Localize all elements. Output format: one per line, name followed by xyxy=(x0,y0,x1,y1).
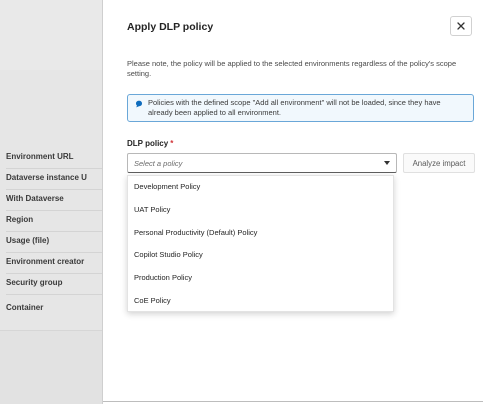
dlp-policy-label-text: DLP policy xyxy=(127,139,169,148)
policy-select-dropdown[interactable]: Select a policy xyxy=(127,153,397,173)
background-page: Environment URL Dataverse instance U Wit… xyxy=(0,0,102,404)
policy-option-copilot-studio[interactable]: Copilot Studio Policy xyxy=(128,244,393,267)
policy-option-uat[interactable]: UAT Policy xyxy=(128,199,393,222)
detail-label-dataverse-instance: Dataverse instance U xyxy=(6,169,102,190)
detail-label-security-group: Security group xyxy=(6,274,102,295)
policy-options-listbox: Development Policy UAT Policy Personal P… xyxy=(127,175,394,312)
policy-option-production[interactable]: Production Policy xyxy=(128,267,393,290)
close-icon xyxy=(457,22,465,30)
background-footer xyxy=(0,330,102,404)
info-message-text: Policies with the defined scope "Add all… xyxy=(148,98,441,117)
info-icon xyxy=(136,100,142,108)
detail-label-environment-creator: Environment creator xyxy=(6,253,102,274)
detail-label-region: Region xyxy=(6,211,102,232)
policy-select-placeholder: Select a policy xyxy=(134,159,183,168)
environment-details-list: Environment URL Dataverse instance U Wit… xyxy=(6,148,102,325)
policy-option-coe[interactable]: CoE Policy xyxy=(128,290,393,313)
apply-dlp-policy-panel: Apply DLP policy Please note, the policy… xyxy=(102,0,483,404)
policy-option-development[interactable]: Development Policy xyxy=(128,176,393,199)
policy-option-personal-productivity[interactable]: Personal Productivity (Default) Policy xyxy=(128,222,393,245)
chevron-down-icon xyxy=(384,161,390,165)
panel-bottom-divider xyxy=(103,401,483,402)
required-indicator: * xyxy=(170,139,174,148)
detail-label-with-dataverse: With Dataverse xyxy=(6,190,102,211)
panel-title: Apply DLP policy xyxy=(127,21,214,33)
detail-label-usage: Usage (file) xyxy=(6,232,102,253)
analyze-impact-button[interactable]: Analyze impact xyxy=(403,153,475,173)
detail-label-environment-url: Environment URL xyxy=(6,148,102,169)
detail-label-container: Container xyxy=(6,303,44,312)
info-message-bar: Policies with the defined scope "Add all… xyxy=(127,94,474,122)
close-button[interactable] xyxy=(450,16,472,36)
dlp-policy-label: DLP policy * xyxy=(127,139,173,148)
scope-note: Please note, the policy will be applied … xyxy=(127,59,457,78)
background-header xyxy=(0,0,102,70)
